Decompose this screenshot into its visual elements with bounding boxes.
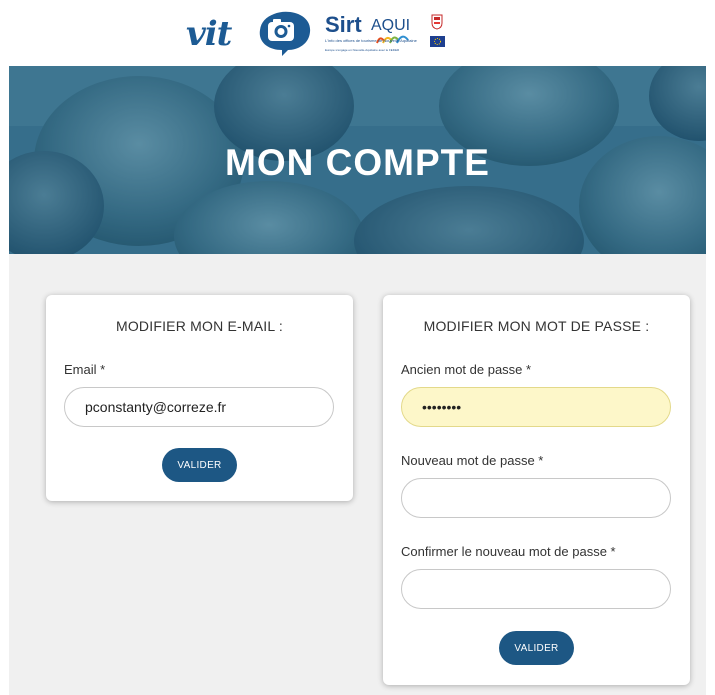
password-card-title: MODIFIER MON MOT DE PASSE : xyxy=(423,318,650,334)
main-content: MODIFIER MON E-MAIL : Email * VALIDER MO… xyxy=(9,254,706,695)
email-input[interactable] xyxy=(64,387,334,427)
password-card: MODIFIER MON MOT DE PASSE : Ancien mot d… xyxy=(383,295,690,685)
old-password-input[interactable] xyxy=(401,387,671,427)
email-card-title: MODIFIER MON E-MAIL : xyxy=(115,318,284,334)
eu-flag-icon xyxy=(430,36,445,47)
sirtaqui-tagline: L'info des offices de tourisme de Nouvel… xyxy=(325,38,417,43)
vit-logo-text: vit xyxy=(186,14,232,54)
camera-bubble-icon xyxy=(259,11,311,56)
validate-password-button[interactable]: VALIDER xyxy=(499,631,574,665)
validate-email-button[interactable]: VALIDER xyxy=(162,448,237,482)
email-card: MODIFIER MON E-MAIL : Email * VALIDER xyxy=(46,295,353,501)
sirtaqui-logo[interactable]: Sirt AQUI L'info des offices de tourisme… xyxy=(325,12,455,58)
vit-logo[interactable]: vit xyxy=(186,8,314,58)
confirm-password-label: Confirmer le nouveau mot de passe * xyxy=(401,544,616,559)
site-header: vit Sirt AQUI L'info des offices de tour… xyxy=(0,0,715,66)
sirtaqui-logo-sirt: Sirt xyxy=(325,12,362,37)
sirtaqui-subline: Europe s'engage en Nouvelle-Aquitaine av… xyxy=(325,48,400,52)
old-password-label: Ancien mot de passe * xyxy=(401,362,532,377)
new-password-label: Nouveau mot de passe * xyxy=(401,453,544,468)
region-crest-icon xyxy=(431,14,443,30)
new-password-input[interactable] xyxy=(401,478,671,518)
email-label: Email * xyxy=(64,362,106,377)
confirm-password-input[interactable] xyxy=(401,569,671,609)
page-title: MON COMPTE xyxy=(225,142,490,183)
